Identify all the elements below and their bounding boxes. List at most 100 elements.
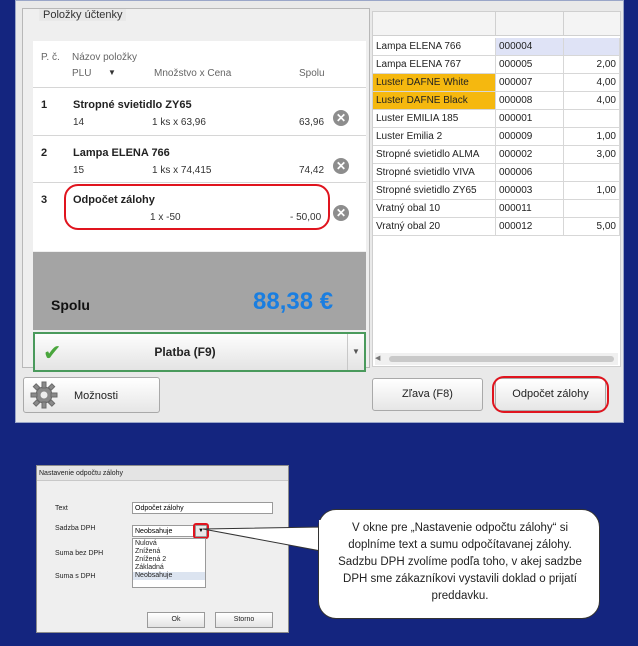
grid-header-divider <box>563 12 564 36</box>
col-header-total: Spolu <box>299 68 325 79</box>
total-label: Spolu <box>51 297 90 313</box>
receipt-group: Položky účtenky P. č. Názov položky PLU … <box>22 8 370 372</box>
grid-cell-qty[interactable] <box>564 110 620 128</box>
gear-icon <box>30 381 58 409</box>
receipt-group-title: Položky účtenky <box>39 9 127 21</box>
grid-cell-qty[interactable]: 1,00 <box>564 128 620 146</box>
grid-cell-qty[interactable]: 4,00 <box>564 74 620 92</box>
sort-down-icon: ▼ <box>108 68 116 77</box>
total-value: 88,38 € <box>253 288 334 315</box>
receipt-panel: P. č. Názov položky PLU ▼ Množstvo x Cen… <box>33 41 366 251</box>
callout-bubble: V okne pre „Nastavenie odpočtu zálohy“ s… <box>318 509 600 619</box>
grid-header-divider <box>495 12 496 36</box>
grid-cell-name[interactable]: Luster DAFNE Black <box>373 92 496 110</box>
pay-button-label: Platba (F9) <box>154 345 216 359</box>
col-header-plu[interactable]: PLU <box>72 68 91 79</box>
vat-option[interactable]: Nulová <box>133 540 205 548</box>
text-label: Text <box>55 505 68 512</box>
col-header-name: Názov položky <box>72 52 138 63</box>
grid-cell-qty[interactable] <box>564 164 620 182</box>
grid-cell-qty[interactable]: 1,00 <box>564 182 620 200</box>
grid-cell-qty[interactable]: 4,00 <box>564 92 620 110</box>
grid-cell-name[interactable]: Vratný obal 20 <box>373 218 496 236</box>
highlight-outline <box>492 376 609 413</box>
products-grid: Lampa ELENA 766 000004 Lampa ELENA 767 0000… <box>372 11 621 367</box>
options-button[interactable]: Možnosti <box>23 377 160 413</box>
grid-cell-name[interactable]: Stropné svietidlo ZY65 <box>373 182 496 200</box>
grid-cell-qty[interactable]: 3,00 <box>564 146 620 164</box>
vat-option[interactable]: Znížená <box>133 548 205 556</box>
item-number: 1 <box>41 99 48 111</box>
grid-cell-code[interactable]: 000007 <box>496 74 564 92</box>
grid-cell-qty[interactable]: 2,00 <box>564 56 620 74</box>
grid-cell-code[interactable]: 000012 <box>496 218 564 236</box>
row-divider <box>33 182 366 183</box>
cancel-button[interactable]: Storno <box>215 612 273 628</box>
pay-button[interactable]: ✔ Platba (F9) ▼ <box>33 332 366 372</box>
gross-amount-label: Suma s DPH <box>55 573 96 580</box>
options-button-label: Možnosti <box>74 390 119 402</box>
callout-pointer <box>202 526 322 552</box>
col-header-no: P. č. <box>41 52 60 63</box>
item-plu: 15 <box>73 165 85 176</box>
receipt-item[interactable]: 2 Lampa ELENA 766 15 1 ks x 74,415 74,42… <box>33 137 366 181</box>
grid-cell-code[interactable]: 000011 <box>496 200 564 218</box>
grid-cell-code[interactable]: 000002 <box>496 146 564 164</box>
header-divider <box>33 87 366 88</box>
net-amount-label: Suma bez DPH <box>55 550 104 557</box>
grid-cell-code[interactable]: 000003 <box>496 182 564 200</box>
grid-rows: Lampa ELENA 766 000004 Lampa ELENA 767 0000… <box>373 38 620 238</box>
grid-cell-name[interactable]: Luster Emilia 2 <box>373 128 496 146</box>
grid-cell-name[interactable]: Luster EMILIA 185 <box>373 110 496 128</box>
horizontal-scrollbar[interactable]: ◀ <box>375 353 618 365</box>
callout-joint <box>319 520 325 542</box>
item-qty-price: 1 ks x 74,415 <box>152 165 212 176</box>
grid-cell-qty[interactable]: 5,00 <box>564 218 620 236</box>
grid-cell-code[interactable]: 000005 <box>496 56 564 74</box>
grid-cell-code[interactable]: 000001 <box>496 110 564 128</box>
item-qty-price: 1 ks x 63,96 <box>152 117 206 128</box>
grid-cell-code[interactable]: 000009 <box>496 128 564 146</box>
discount-button[interactable]: Zľava (F8) <box>372 378 483 411</box>
scrollbar-thumb[interactable] <box>389 356 614 362</box>
remove-item-icon[interactable]: ✕ <box>333 158 349 174</box>
grid-cell-qty[interactable] <box>564 38 620 56</box>
ok-button[interactable]: Ok <box>147 612 205 628</box>
receipt-item[interactable]: 1 Stropné svietidlo ZY65 14 1 ks x 63,96… <box>33 89 366 133</box>
row-divider <box>33 135 366 136</box>
grid-cell-code[interactable]: 000004 <box>496 38 564 56</box>
vat-option-selected[interactable]: Neobsahuje <box>133 572 205 580</box>
item-name: Stropné svietidlo ZY65 <box>73 99 192 111</box>
pay-dropdown-arrow-icon[interactable]: ▼ <box>347 334 364 370</box>
callout-text: V okne pre „Nastavenie odpočtu zálohy“ s… <box>338 522 582 602</box>
grid-cell-name[interactable]: Luster DAFNE White <box>373 74 496 92</box>
vat-option[interactable]: Základná <box>133 564 205 572</box>
vat-options-list: Nulová Znížená Znížená 2 Základná Neobsa… <box>132 538 206 588</box>
item-plu: 14 <box>73 117 85 128</box>
grid-header <box>373 12 620 36</box>
grid-cell-name[interactable]: Lampa ELENA 766 <box>373 38 496 56</box>
vat-label: Sadzba DPH <box>55 525 96 532</box>
grid-cell-code[interactable]: 000008 <box>496 92 564 110</box>
highlight-outline <box>64 184 330 230</box>
item-number: 2 <box>41 147 48 159</box>
dialog-title: Nastavenie odpočtu zálohy <box>37 466 288 481</box>
grid-cell-code[interactable]: 000006 <box>496 164 564 182</box>
remove-item-icon[interactable]: ✕ <box>333 110 349 126</box>
item-number: 3 <box>41 194 48 206</box>
grid-cell-name[interactable]: Stropné svietidlo ALMA <box>373 146 496 164</box>
item-total: 74,42 <box>299 165 325 176</box>
text-input[interactable]: Odpočet zálohy <box>132 502 273 514</box>
col-header-qty: Množstvo x Cena <box>154 68 232 79</box>
grid-cell-name[interactable]: Vratný obal 10 <box>373 200 496 218</box>
receipt-item[interactable]: 3 Odpočet zálohy 1 x -50 - 50,00 ✕ <box>33 184 366 230</box>
remove-item-icon[interactable]: ✕ <box>333 205 349 221</box>
grid-cell-name[interactable]: Stropné svietidlo VIVA <box>373 164 496 182</box>
grid-cell-qty[interactable] <box>564 200 620 218</box>
grid-cell-name[interactable]: Lampa ELENA 767 <box>373 56 496 74</box>
pos-window: Položky účtenky P. č. Názov položky PLU … <box>15 0 624 423</box>
total-panel: Spolu 88,38 € <box>33 252 366 330</box>
scroll-left-icon[interactable]: ◀ <box>375 353 380 365</box>
item-total: 63,96 <box>299 117 325 128</box>
vat-option[interactable]: Znížená 2 <box>133 556 205 564</box>
